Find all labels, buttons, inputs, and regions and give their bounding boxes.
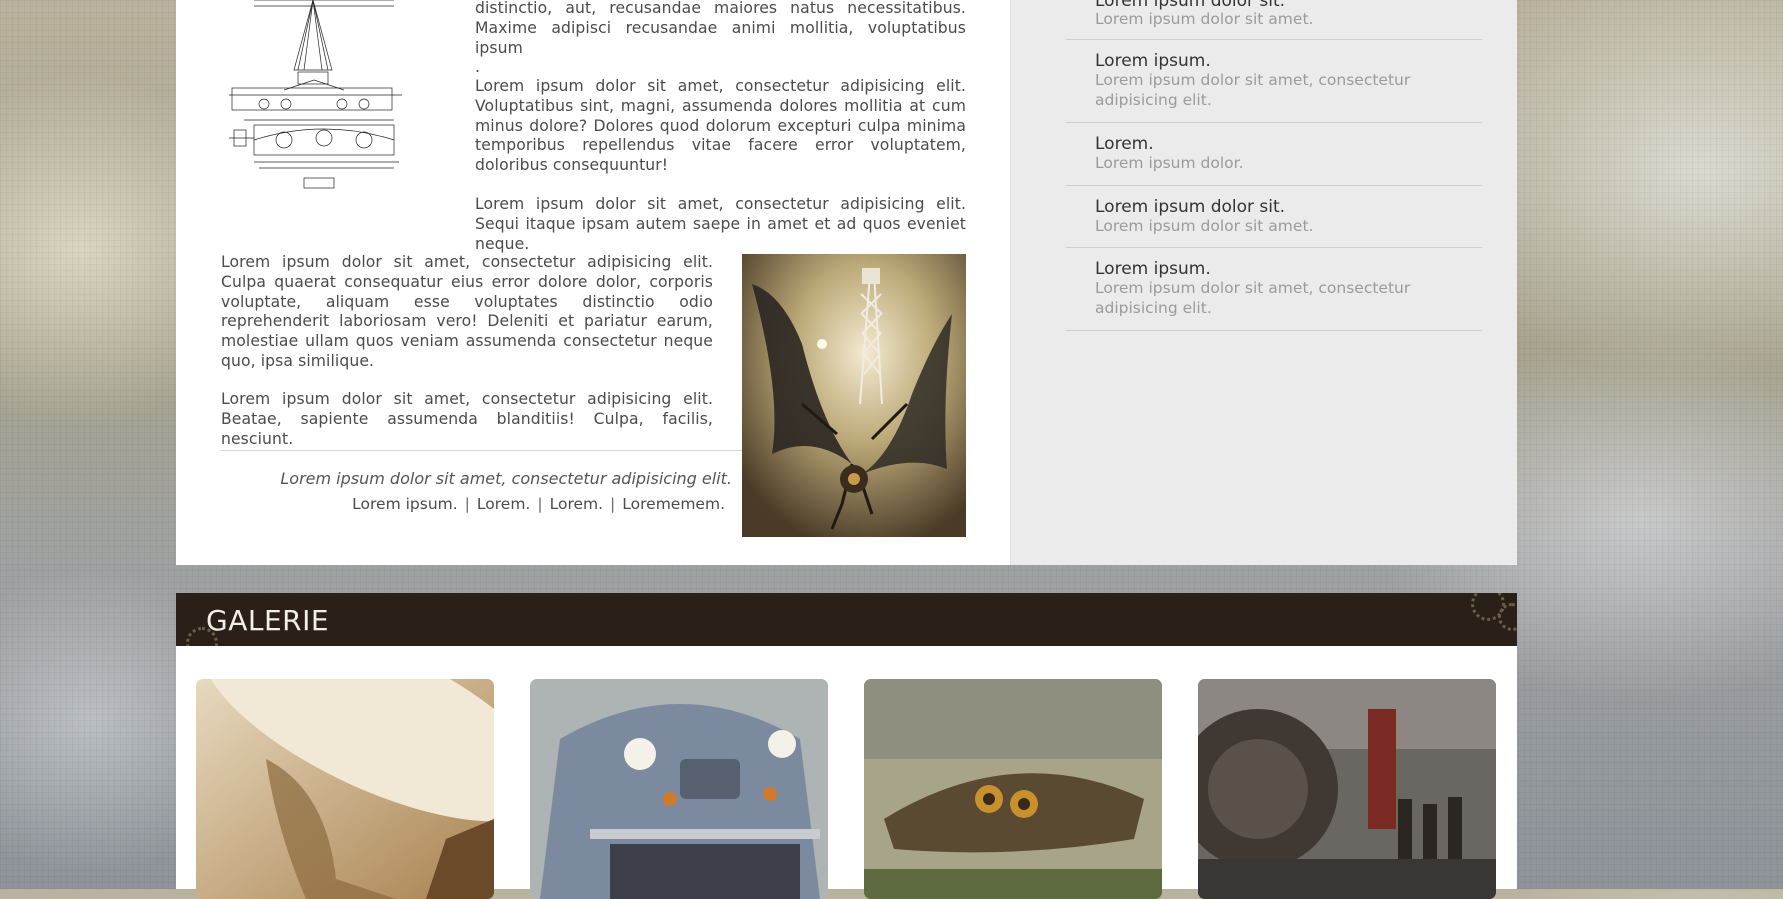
link-separator: | [610, 495, 616, 513]
sidebar-item[interactable]: Lorem ipsum. Lorem ipsum dolor sit amet,… [1066, 40, 1482, 123]
article-paragraph-5: Lorem ipsum dolor sit amet, consectetur … [221, 390, 713, 448]
paragraph-line: Maxime adipisci recusandae animi molliti… [475, 18, 966, 57]
link-separator: | [464, 495, 470, 513]
gallery-thumb-car[interactable] [530, 679, 828, 899]
sidebar-item[interactable]: Lorem ipsum. Lorem ipsum dolor sit amet,… [1066, 248, 1482, 331]
divider [221, 450, 742, 451]
sidebar-item-title: Lorem ipsum. [1095, 259, 1211, 279]
sidebar-item-title: Lorem ipsum dolor sit. [1095, 197, 1286, 217]
mechanical-dragon-image [742, 254, 966, 537]
sidebar-item-title: Lorem. [1095, 134, 1154, 154]
article-link-4[interactable]: Lorememem. [622, 495, 725, 513]
article-quote: Lorem ipsum dolor sit amet, consectetur … [280, 469, 732, 488]
article-link-2[interactable]: Lorem. [477, 495, 530, 513]
article-links: Lorem ipsum. | Lorem. | Lorem. | Lorememem. [221, 495, 725, 513]
article-column: distinctio, aut, recusandae maiores natu… [176, 0, 1010, 565]
paragraph-line: distinctio, aut, recusandae maiores natu… [475, 0, 966, 17]
sidebar-item[interactable]: Lorem ipsum dolor sit. Lorem ipsum dolor… [1066, 186, 1482, 248]
sidebar-item-title: Lorem ipsum. [1095, 51, 1211, 71]
sidebar-item-desc: Lorem ipsum dolor. [1095, 154, 1244, 172]
sidebar-item[interactable]: Lorem ipsum dolor sit. Lorem ipsum dolor… [1066, 0, 1482, 40]
article-paragraph-3: Lorem ipsum dolor sit amet, consectetur … [475, 195, 966, 253]
content-wrapper: distinctio, aut, recusandae maiores natu… [176, 0, 1517, 565]
article-link-3[interactable]: Lorem. [550, 495, 603, 513]
sidebar-item-desc: Lorem ipsum dolor sit amet, consectetur … [1095, 279, 1411, 317]
sidebar-item-desc: Lorem ipsum dolor sit amet. [1095, 217, 1314, 235]
article-paragraph-1: distinctio, aut, recusandae maiores natu… [475, 0, 966, 78]
article-paragraph-4: Lorem ipsum dolor sit amet, consectetur … [221, 253, 713, 370]
article-link-1[interactable]: Lorem ipsum. [352, 495, 458, 513]
gallery-thumb-flying-machine[interactable] [864, 679, 1162, 899]
article-paragraph-2: Lorem ipsum dolor sit amet, consectetur … [475, 77, 966, 175]
sidebar: Lorem ipsum dolor sit. Lorem ipsum dolor… [1010, 0, 1517, 565]
sidebar-item[interactable]: Lorem. Lorem ipsum dolor. [1066, 123, 1482, 186]
gallery-title: GALERIE [206, 604, 330, 637]
airship-blueprint-image [224, 0, 409, 196]
gear-icon [1498, 603, 1517, 631]
gallery-grid [176, 646, 1517, 899]
gallery-header: GALERIE [176, 593, 1517, 646]
link-separator: | [537, 495, 543, 513]
gallery-thumb-airship[interactable] [196, 679, 494, 899]
sidebar-item-desc: Lorem ipsum dolor sit amet. [1095, 10, 1314, 28]
gallery-thumb-locomotive[interactable] [1198, 679, 1496, 899]
sidebar-item-desc: Lorem ipsum dolor sit amet, consectetur … [1095, 71, 1411, 109]
paragraph-line: . [475, 58, 481, 77]
